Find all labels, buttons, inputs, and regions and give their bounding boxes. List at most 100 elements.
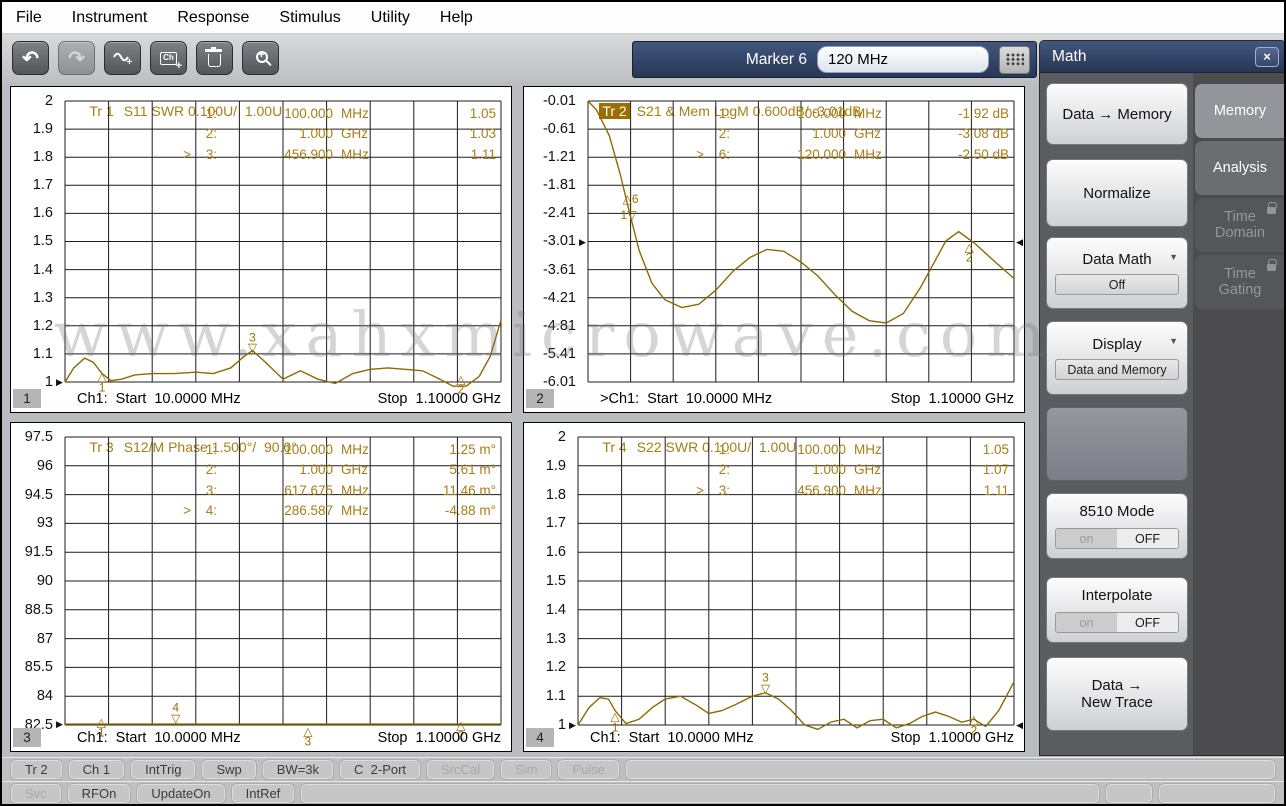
display-value[interactable]: Data and Memory	[1055, 359, 1179, 380]
plot4-footer: Ch1: Start 10.0000 MHz Stop 1.10000 GHz	[578, 727, 1014, 748]
status-segment[interactable]: SrcCal	[426, 758, 496, 780]
vna-application-window: File Instrument Response Stimulus Utility Hel…	[0, 0, 1286, 806]
add-channel-button[interactable]: Ch	[150, 41, 187, 75]
plot2-marker-readout: 1: 100.000 MHz -1.92 dB 2: 1.000 GHz -3.08 dB >6…	[696, 105, 1009, 162]
status-segment[interactable]: IntTrig	[130, 758, 197, 780]
toggle-off-label[interactable]: OFF	[1117, 529, 1178, 548]
plot1-grid[interactable]: △ 1 3 ▽ △ 2 ▶ 1: 100.000 MHz 1.05 2: 1.000 GHz 1.03 >3…	[56, 101, 501, 396]
plot4-stimulus-start: Ch1: Start 10.0000 MHz	[590, 729, 754, 746]
add-trace-button[interactable]: +	[104, 41, 141, 75]
plot3-marker-readout: 1: 100.000 MHz 1.25 m° 2: 1.000 GHz 5.61 m° 3: 61…	[183, 441, 496, 519]
normalize-button[interactable]: Normalize	[1046, 159, 1188, 227]
plot1-stimulus-start: Ch1: Start 10.0000 MHz	[77, 390, 241, 407]
keypad-button[interactable]	[999, 45, 1030, 74]
data-to-memory-label: Data → Memory	[1062, 105, 1172, 123]
lock-icon	[1267, 202, 1277, 214]
toggle-off-label[interactable]: OFF	[1117, 613, 1178, 632]
new-trace-label-line1: Data →	[1091, 677, 1143, 694]
plot4-marker-readout: 1: 100.000 MHz 1.05 2: 1.000 GHz 1.07 >3: 456.900…	[696, 441, 1009, 498]
interpolate-label: Interpolate	[1081, 587, 1153, 604]
plot1-stimulus-stop: Stop 1.10000 GHz	[377, 390, 501, 407]
plot3-stimulus-stop: Stop 1.10000 GHz	[377, 729, 501, 746]
marker-entry-bar: Marker 6	[632, 41, 1037, 78]
delete-button[interactable]	[196, 41, 233, 75]
status-segment[interactable]: Svc	[10, 782, 62, 804]
undo-button[interactable]: ↶	[12, 41, 49, 75]
plot2-y-axis-labels: -0.01 -0.61 -1.21 -1.81 -2.41 -3.01 -3.61 -4.21…	[542, 93, 576, 390]
status-segment[interactable]: UpdateOn	[136, 782, 226, 804]
plot-tr1[interactable]: Tr 1 S11 SWR 0.100U/ 1.00U 2 1.9 1.8 1.7 1.6 1…	[10, 86, 512, 413]
math-tab[interactable]: Time Gating	[1195, 255, 1284, 309]
data-math-value[interactable]: Off	[1055, 274, 1179, 295]
math-tab-strip: Memory Analysis Time Domain Time Gating	[1193, 73, 1284, 755]
plot3-grid[interactable]: △ 1 4 ▽ △ 3 △ 2 ▶ 1: 100.000 MHz 1.25 m° 2: 1.000 GHz 5…	[56, 437, 501, 747]
math-tab[interactable]: Memory	[1195, 84, 1284, 138]
interpolate-button[interactable]: Interpolate on OFF	[1046, 577, 1188, 643]
menu-item[interactable]: Instrument	[72, 9, 148, 27]
status-segment[interactable]	[624, 758, 1277, 780]
redo-icon: ↷	[68, 47, 85, 70]
status-segment[interactable]: Swp	[201, 758, 257, 780]
menu-item[interactable]: Stimulus	[279, 9, 340, 27]
status-segment[interactable]: Sim	[500, 758, 553, 780]
plot3-footer: Ch1: Start 10.0000 MHz Stop 1.10000 GHz	[65, 727, 501, 748]
math-panel: Math × Data → Memory Normalize Data Math…	[1039, 40, 1284, 756]
plot4-channel-box[interactable]: 4	[526, 728, 554, 747]
status-segment[interactable]: RFOn	[66, 782, 132, 804]
zoom-button[interactable]	[242, 41, 279, 75]
add-trace-icon: +	[112, 52, 132, 66]
math-tab[interactable]: Time Domain	[1195, 198, 1284, 252]
status-segment[interactable]: Ch 1	[67, 758, 126, 780]
math-button-column: Data → Memory Normalize Data Math ▼ Off …	[1040, 73, 1193, 755]
plot1-y-axis-labels: 2 1.9 1.8 1.7 1.6 1.5 1.4 1.3 1.2 1.1 1	[32, 93, 53, 390]
dropdown-arrow-icon: ▼	[1169, 336, 1178, 346]
menu-item[interactable]: File	[16, 9, 42, 27]
normalize-label: Normalize	[1083, 184, 1151, 202]
mode-8510-button[interactable]: 8510 Mode on OFF	[1046, 493, 1188, 559]
status-bar-row2: Svc RFOn UpdateOn IntRef	[2, 781, 1284, 804]
plot-tr4[interactable]: Tr 4 S22 SWR 0.100U/ 1.00U 2 1.9 1.8 1.7 1.6 1…	[523, 422, 1025, 752]
plot-tr2[interactable]: Tr 2 S21 & Mem LogM 0.600dB/ -3.01dB -0.0…	[523, 86, 1025, 413]
status-segment[interactable]: IntRef	[230, 782, 296, 804]
menu-item[interactable]: Utility	[371, 9, 410, 27]
plot3-channel-box[interactable]: 3	[13, 728, 41, 747]
interpolate-toggle[interactable]: on OFF	[1055, 612, 1179, 633]
data-to-memory-button[interactable]: Data → Memory	[1046, 83, 1188, 145]
display-label: Display	[1092, 336, 1142, 353]
plot2-channel-box[interactable]: 2	[526, 389, 554, 408]
dropdown-arrow-icon: ▼	[1169, 252, 1178, 262]
display-dropdown[interactable]: Display ▼ Data and Memory	[1046, 321, 1188, 395]
redo-button[interactable]: ↷	[58, 41, 95, 75]
menu-item[interactable]: Help	[440, 9, 473, 27]
close-button[interactable]: ×	[1255, 46, 1279, 67]
status-segment[interactable]	[1158, 782, 1276, 804]
math-tab[interactable]: Analysis	[1195, 141, 1284, 195]
plot2-footer: >Ch1: Start 10.0000 MHz Stop 1.10000 GHz	[588, 388, 1014, 409]
zoom-icon	[256, 49, 268, 63]
data-to-new-trace-button[interactable]: Data → New Trace	[1046, 657, 1188, 731]
close-icon: ×	[1263, 49, 1271, 64]
plot1-channel-box[interactable]: 1	[13, 389, 41, 408]
plot-tr3[interactable]: Tr 3 S12/M Phase 1.500°/ 90.0° 97.5 96 94.5…	[10, 422, 512, 752]
status-segment[interactable]: C 2-Port	[339, 758, 422, 780]
undo-icon: ↶	[22, 47, 39, 70]
math-panel-titlebar: Math ×	[1040, 41, 1284, 73]
plot4-grid[interactable]: △ 1 3 ▽ △ 2 ▶ ◀ 1: 100.000 MHz 1.05 2: 1.000 GHz 1.07 >…	[569, 437, 1023, 736]
status-segment[interactable]: Pulse	[557, 758, 620, 780]
menu-item[interactable]: Response	[177, 9, 249, 27]
status-segment[interactable]	[300, 782, 1100, 804]
toggle-on-label[interactable]: on	[1056, 613, 1117, 632]
data-math-dropdown[interactable]: Data Math ▼ Off	[1046, 237, 1188, 309]
toggle-on-label[interactable]: on	[1056, 529, 1117, 548]
status-segment[interactable]: BW=3k	[261, 758, 335, 780]
plot4-y-axis-labels: 2 1.9 1.8 1.7 1.6 1.5 1.4 1.3 1.2 1.1 1	[545, 429, 566, 733]
status-segment[interactable]	[1105, 782, 1153, 804]
mode-8510-label: 8510 Mode	[1079, 503, 1155, 520]
status-segment[interactable]: Tr 2	[10, 758, 63, 780]
marker-frequency-input[interactable]	[817, 46, 989, 73]
plot2-stimulus-start: >Ch1: Start 10.0000 MHz	[600, 390, 773, 407]
plot2-grid[interactable]: △6 1▽ △ 2 ▶ ◀ 1: 100.000 MHz -1.92 dB 2: 1.000 GHz -…	[579, 101, 1023, 382]
add-channel-icon: Ch	[160, 51, 182, 71]
status-bar-row1: Tr 2 Ch 1 IntTrig Swp BW=3k C 2-Port SrcCal Sim…	[2, 757, 1284, 780]
mode-8510-toggle[interactable]: on OFF	[1055, 528, 1179, 549]
